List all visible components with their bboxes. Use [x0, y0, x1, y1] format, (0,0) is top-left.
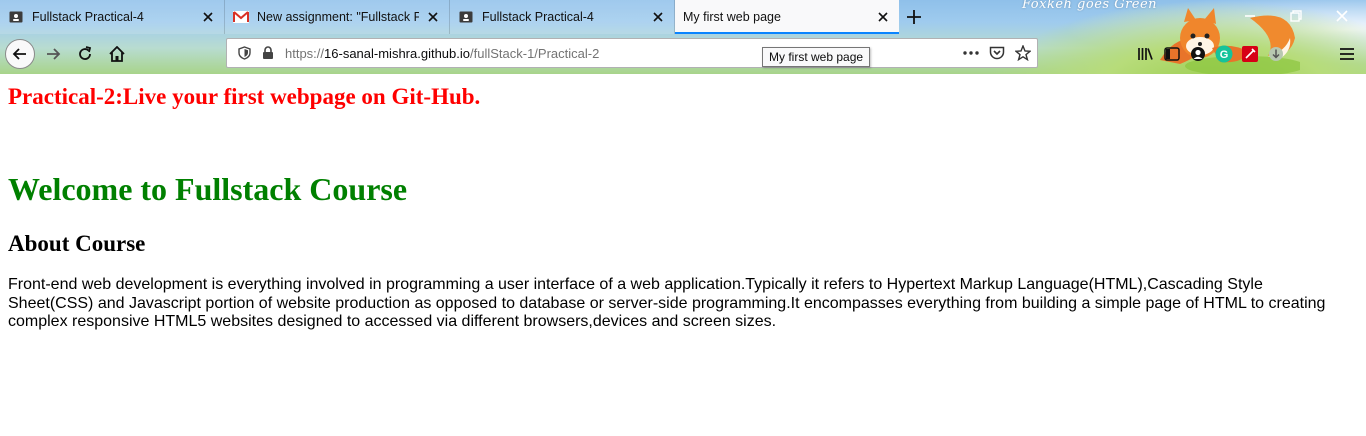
browser-chrome: Foxkeh goes Green Fullstack Practical-4	[0, 0, 1366, 74]
classroom-icon	[458, 9, 474, 25]
tab-tooltip: My first web page	[762, 47, 871, 67]
download-icon[interactable]	[1263, 41, 1289, 67]
tab-strip: Fullstack Practical-4 New assignment: "F…	[0, 0, 1366, 34]
app-menu	[1334, 39, 1360, 69]
shield-icon[interactable]	[231, 46, 257, 60]
home-button[interactable]	[102, 39, 132, 69]
about-course-heading: About Course	[8, 231, 146, 256]
grammarly-icon[interactable]: G	[1211, 41, 1237, 67]
tab-fullstack-practical-4[interactable]: Fullstack Practical-4	[0, 0, 225, 34]
page-actions-menu-icon[interactable]	[963, 51, 979, 55]
web-page-content: Practical-2:Live your first webpage on G…	[0, 74, 1366, 436]
bookmark-star-icon[interactable]	[1015, 45, 1031, 61]
svg-text:G: G	[1220, 49, 1229, 61]
url-protocol: https://	[285, 45, 325, 61]
classroom-icon	[8, 9, 24, 25]
reload-icon	[79, 46, 92, 60]
plus-icon	[907, 10, 921, 24]
pocket-icon[interactable]	[989, 46, 1005, 61]
restore-icon	[1290, 10, 1302, 22]
arrow-right-icon	[47, 48, 61, 60]
minimize-button[interactable]	[1238, 6, 1262, 26]
tab-title: New assignment: "Fullstack Pra	[257, 10, 419, 24]
close-tab-icon[interactable]	[650, 9, 666, 25]
close-tab-icon[interactable]	[200, 9, 216, 25]
address-bar[interactable]: https://16-sanal-mishra.github.io/fullSt…	[226, 38, 1038, 68]
url-text[interactable]: https://16-sanal-mishra.github.io/fullSt…	[285, 46, 599, 61]
back-button[interactable]	[5, 39, 35, 69]
tab-title: Fullstack Practical-4	[482, 10, 594, 24]
page-title-heading: Practical-2:Live your first webpage on G…	[8, 84, 481, 109]
sidebar-icon[interactable]	[1159, 41, 1185, 67]
library-icon[interactable]	[1133, 41, 1159, 67]
restore-button[interactable]	[1284, 6, 1308, 26]
navigation-toolbar: https://16-sanal-mishra.github.io/fullSt…	[0, 34, 1366, 74]
minimize-icon	[1245, 15, 1255, 17]
tab-title: Fullstack Practical-4	[32, 10, 144, 24]
color-picker-extension-icon[interactable]	[1237, 41, 1263, 67]
close-tab-icon[interactable]	[875, 9, 891, 25]
home-icon	[109, 46, 125, 62]
tab-fullstack-practical-4-second[interactable]: Fullstack Practical-4	[450, 0, 675, 34]
forward-button[interactable]	[38, 39, 68, 69]
welcome-heading: Welcome to Fullstack Course	[8, 171, 408, 207]
close-tab-icon[interactable]	[425, 9, 441, 25]
tab-new-assignment[interactable]: New assignment: "Fullstack Pra	[225, 0, 450, 34]
arrow-left-icon	[12, 48, 26, 60]
close-icon	[1336, 10, 1348, 22]
toolbar-extensions: G	[1133, 39, 1289, 69]
gmail-icon	[233, 9, 249, 25]
lock-icon[interactable]	[257, 46, 279, 60]
url-domain: 16-sanal-mishra.github.io	[324, 45, 470, 61]
account-icon[interactable]	[1185, 41, 1211, 67]
url-path: /fullStack-1/Practical-2	[470, 45, 600, 61]
new-tab-button[interactable]	[903, 6, 925, 28]
tab-title: My first web page	[683, 10, 781, 24]
url-actions	[963, 39, 1031, 67]
tab-my-first-web-page[interactable]: My first web page	[675, 0, 899, 34]
reload-button[interactable]	[70, 39, 100, 69]
course-description-paragraph: Front-end web development is everything …	[8, 276, 1326, 330]
close-window-button[interactable]	[1330, 6, 1354, 26]
hamburger-menu-icon[interactable]	[1334, 41, 1360, 67]
